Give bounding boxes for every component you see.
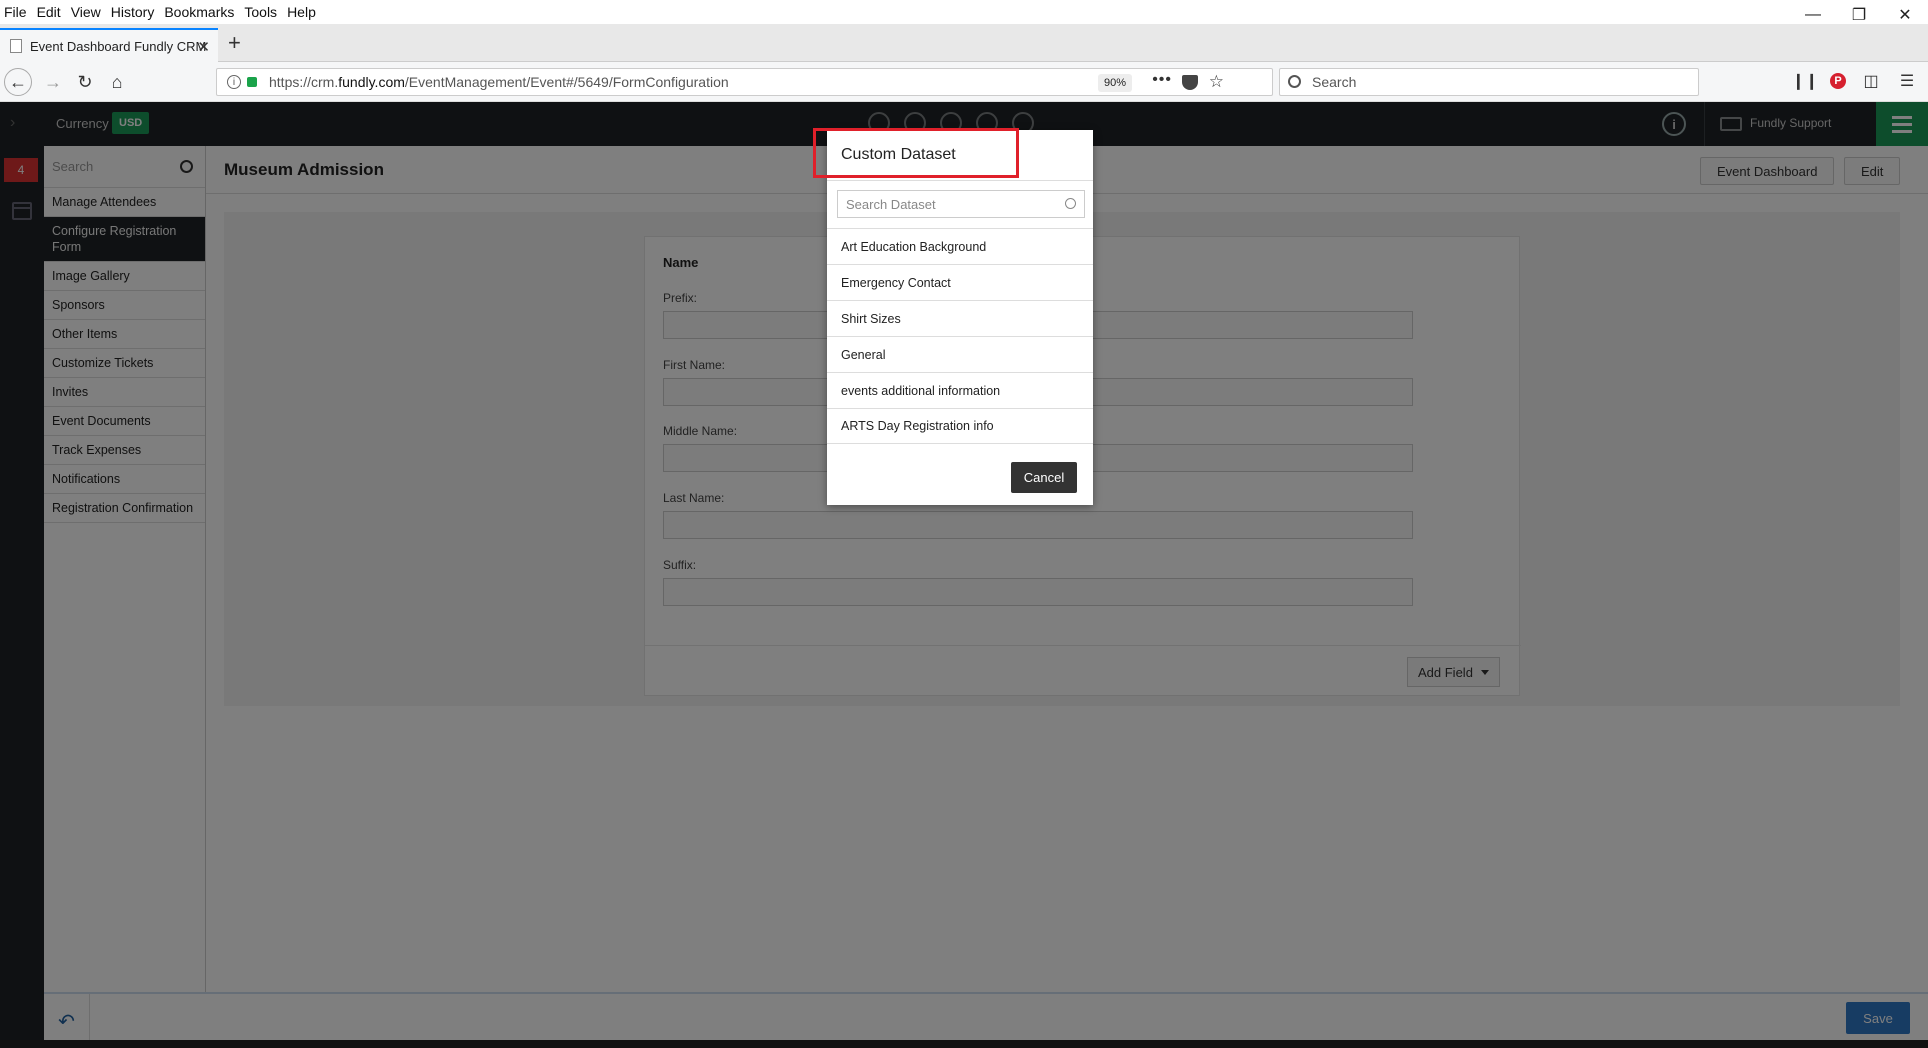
lock-icon bbox=[247, 77, 257, 87]
dataset-search-placeholder: Search Dataset bbox=[846, 196, 936, 212]
modal-header-divider bbox=[827, 180, 1093, 181]
reload-icon[interactable]: ↻ bbox=[72, 69, 98, 95]
browser-toolbar-icons: ❙❙ P ◫ ☰ bbox=[1792, 70, 1918, 92]
dataset-search-input[interactable]: Search Dataset bbox=[837, 190, 1085, 218]
title-highlight-annotation bbox=[813, 128, 1019, 178]
dataset-item[interactable]: Emergency Contact bbox=[827, 264, 1093, 300]
menu-help[interactable]: Help bbox=[287, 4, 316, 20]
close-tab-icon[interactable]: ✕ bbox=[197, 38, 210, 56]
menu-edit[interactable]: Edit bbox=[37, 4, 61, 20]
dataset-list: Art Education Background Emergency Conta… bbox=[827, 228, 1093, 444]
page-actions-icon[interactable]: ••• bbox=[1152, 71, 1172, 89]
pocket-icon[interactable] bbox=[1182, 75, 1198, 90]
dataset-item[interactable]: Art Education Background bbox=[827, 228, 1093, 264]
site-info-icon[interactable]: i bbox=[227, 75, 241, 89]
pinterest-icon[interactable]: P bbox=[1830, 73, 1846, 89]
tab-strip: Event Dashboard Fundly CRM ✕ + bbox=[0, 24, 1928, 62]
url-text: https://crm.fundly.com/EventManagement/E… bbox=[269, 74, 729, 90]
browser-menu-icon[interactable]: ☰ bbox=[1896, 70, 1918, 92]
os-taskbar bbox=[0, 1040, 1928, 1048]
search-icon bbox=[1065, 198, 1076, 209]
dataset-item[interactable]: ARTS Day Registration info bbox=[827, 408, 1093, 444]
bookmark-star-icon[interactable]: ☆ bbox=[1209, 72, 1224, 92]
menu-file[interactable]: File bbox=[4, 4, 27, 20]
menu-history[interactable]: History bbox=[111, 4, 155, 20]
menu-view[interactable]: View bbox=[71, 4, 101, 20]
zoom-level-badge[interactable]: 90% bbox=[1097, 74, 1132, 92]
home-icon[interactable]: ⌂ bbox=[104, 69, 130, 95]
address-bar[interactable]: i https://crm.fundly.com/EventManagement… bbox=[216, 68, 1273, 96]
browser-tab[interactable]: Event Dashboard Fundly CRM ✕ bbox=[0, 28, 218, 62]
browser-navbar: ← → ↻ ⌂ i https://crm.fundly.com/EventMa… bbox=[0, 62, 1928, 102]
page-icon bbox=[10, 39, 22, 53]
dataset-item[interactable]: events additional information bbox=[827, 372, 1093, 408]
search-icon bbox=[1288, 75, 1301, 88]
dataset-item[interactable]: Shirt Sizes bbox=[827, 300, 1093, 336]
menu-bookmarks[interactable]: Bookmarks bbox=[164, 4, 234, 20]
menu-tools[interactable]: Tools bbox=[244, 4, 277, 20]
forward-arrow-icon[interactable]: → bbox=[40, 69, 66, 95]
custom-dataset-modal: Custom Dataset Search Dataset Art Educat… bbox=[813, 128, 1093, 505]
dataset-item[interactable]: General bbox=[827, 336, 1093, 372]
new-tab-icon[interactable]: + bbox=[228, 30, 241, 56]
browser-menubar: File Edit View History Bookmarks Tools H… bbox=[0, 0, 1928, 24]
library-icon[interactable]: ❙❙ bbox=[1792, 70, 1819, 92]
back-arrow-icon[interactable]: ← bbox=[4, 68, 32, 96]
tab-title: Event Dashboard Fundly CRM bbox=[30, 38, 207, 54]
browser-search-input[interactable]: Search bbox=[1279, 68, 1699, 96]
sidebar-toggle-icon[interactable]: ◫ bbox=[1860, 70, 1882, 92]
cancel-button[interactable]: Cancel bbox=[1011, 462, 1077, 493]
search-placeholder: Search bbox=[1312, 74, 1357, 90]
